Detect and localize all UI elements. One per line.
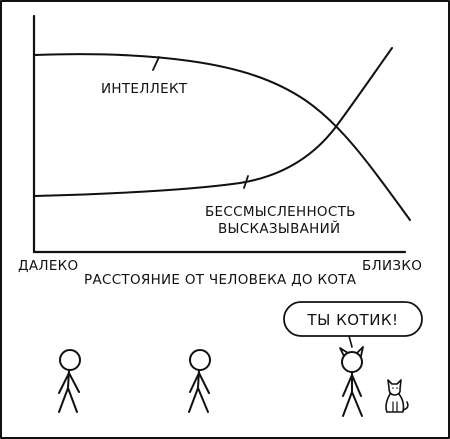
comic-drawing: ИНТЕЛЛЕКТ БЕССМЫСЛЕННОСТЬ ВЫСКАЗЫВАНИЙ Д…: [0, 0, 450, 439]
x-axis-title: РАССТОЯНИЕ ОТ ЧЕЛОВЕКА ДО КОТА: [84, 272, 357, 288]
cat: [385, 379, 409, 413]
nonsense-curve: [34, 47, 393, 197]
intelligence-label: ИНТЕЛЛЕКТ: [101, 81, 188, 97]
nonsense-label-line2: ВЫСКАЗЫВАНИЙ: [218, 219, 340, 237]
stick-figure-middle: [188, 349, 211, 413]
x-axis-far-label: ДАЛЕКО: [18, 258, 78, 274]
x-axis-near-label: БЛИЗКО: [362, 258, 422, 274]
speech-tail: [348, 335, 353, 348]
stick-figure-cat-ears: [339, 346, 364, 417]
stick-figure-left: [58, 349, 81, 413]
intelligence-pointer: [152, 56, 160, 71]
speech-text: ТЫ КОТИК!: [306, 311, 398, 329]
comic-panel: ИНТЕЛЛЕКТ БЕССМЫСЛЕННОСТЬ ВЫСКАЗЫВАНИЙ Д…: [0, 0, 450, 439]
nonsense-label-line1: БЕССМЫСЛЕННОСТЬ: [205, 204, 356, 220]
